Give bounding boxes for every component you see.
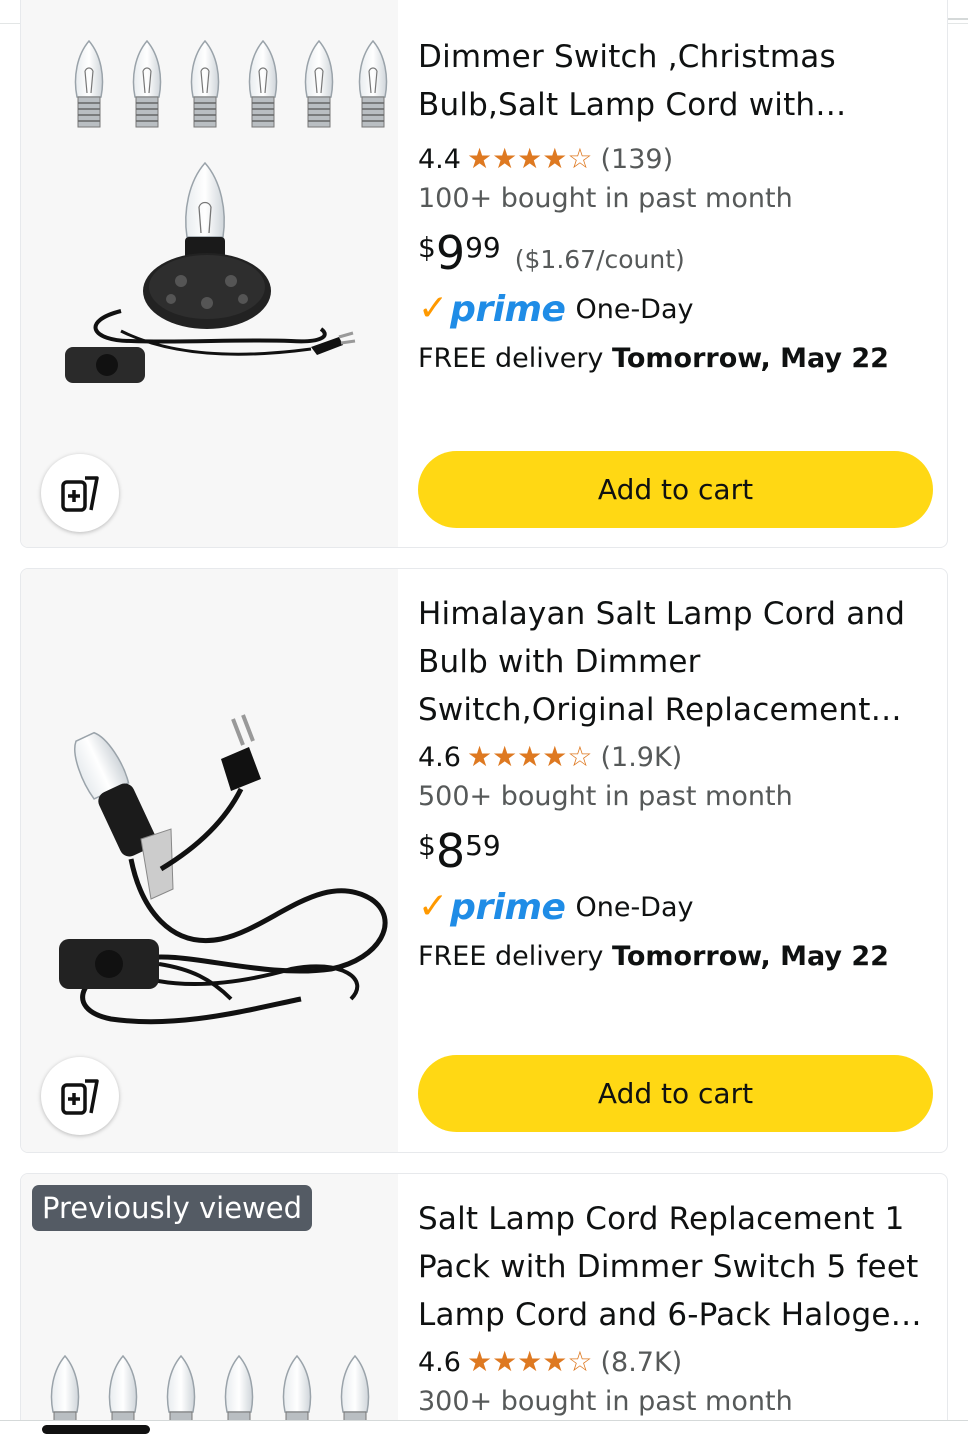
prime-speed: One-Day (575, 293, 694, 325)
star-rating: ★ ★ ★ ★ ☆ (467, 743, 593, 771)
delivery-date: Tomorrow, May 22 (612, 941, 889, 972)
rating-value: 4.6 (418, 741, 461, 773)
add-to-compare-button[interactable] (41, 454, 119, 532)
product-card[interactable]: Previously viewed Salt Lamp Cord Replace… (20, 1173, 948, 1440)
bought-count: 500+ bought in past month (418, 781, 793, 812)
star-icon: ★ (466, 740, 493, 773)
half-star-icon: ☆ (567, 1345, 593, 1378)
delivery-prefix: FREE delivery (418, 343, 612, 374)
half-star-icon: ☆ (567, 740, 593, 773)
product-image[interactable]: Previously viewed (21, 1174, 398, 1440)
previously-viewed-badge: Previously viewed (32, 1185, 313, 1231)
review-count[interactable]: (1.9K) (601, 742, 683, 773)
star-icon: ★ (517, 142, 543, 175)
price: $ 9 99 ($1.67/count) (418, 227, 931, 283)
rating-value: 4.4 (418, 143, 461, 175)
rating-row[interactable]: 4.4 ★ ★ ★ ★ ☆ (139) (418, 139, 931, 179)
star-icon: ★ (517, 1345, 543, 1378)
product-info: Himalayan Salt Lamp Cord and Bulb with D… (418, 569, 931, 981)
delivery-info: FREE delivery Tomorrow, May 22 (418, 335, 931, 383)
star-icon: ★ (542, 740, 568, 773)
product-card[interactable]: Dimmer Switch ,Christmas Bulb,Salt Lamp … (20, 0, 948, 548)
product-title[interactable]: Himalayan Salt Lamp Cord and Bulb with D… (418, 590, 931, 734)
prime-logo: prime (450, 886, 566, 928)
bought-count: 100+ bought in past month (418, 183, 793, 214)
product-card[interactable]: Himalayan Salt Lamp Cord and Bulb with D… (20, 568, 948, 1153)
star-icon: ★ (517, 740, 543, 773)
star-icon: ★ (492, 1345, 518, 1378)
add-to-cart-button[interactable]: Add to cart (418, 451, 933, 528)
review-count[interactable]: (139) (601, 144, 674, 175)
home-indicator[interactable] (42, 1425, 150, 1434)
add-to-compare-button[interactable] (41, 1057, 119, 1135)
product-info: Salt Lamp Cord Replacement 1 Pack with D… (418, 1174, 931, 1422)
add-to-compare-icon (61, 476, 99, 512)
rating-value: 4.6 (418, 1346, 461, 1378)
star-icon: ★ (492, 142, 518, 175)
rating-row[interactable]: 4.6 ★ ★ ★ ★ ☆ (1.9K) (418, 737, 931, 777)
unit-price: ($1.67/count) (514, 245, 685, 274)
bought-count: 300+ bought in past month (418, 1386, 793, 1417)
prime-check-icon: ✓ (418, 886, 449, 927)
star-icon: ★ (542, 142, 568, 175)
prime-badge: ✓ prime One-Day (418, 283, 931, 335)
star-icon: ★ (466, 142, 493, 175)
prime-speed: One-Day (575, 891, 694, 923)
star-rating: ★ ★ ★ ★ ☆ (467, 1348, 593, 1376)
product-info: Dimmer Switch ,Christmas Bulb,Salt Lamp … (418, 0, 931, 383)
product-title[interactable]: Salt Lamp Cord Replacement 1 Pack with D… (418, 1195, 931, 1339)
delivery-date: Tomorrow, May 22 (612, 343, 889, 374)
star-rating: ★ ★ ★ ★ ☆ (467, 145, 593, 173)
price-symbol: $ (418, 829, 436, 862)
star-icon: ★ (492, 740, 518, 773)
add-to-cart-button[interactable]: Add to cart (418, 1055, 933, 1132)
product-title[interactable]: Dimmer Switch ,Christmas Bulb,Salt Lamp … (418, 33, 931, 129)
rating-row[interactable]: 4.6 ★ ★ ★ ★ ☆ (8.7K) (418, 1342, 931, 1382)
half-star-icon: ☆ (567, 142, 593, 175)
add-to-compare-icon (61, 1079, 99, 1115)
delivery-info: FREE delivery Tomorrow, May 22 (418, 933, 931, 981)
price-whole: 8 (435, 824, 466, 878)
star-icon: ★ (542, 1345, 568, 1378)
price: $ 8 59 (418, 825, 931, 881)
review-count[interactable]: (8.7K) (601, 1347, 683, 1378)
price-whole: 9 (435, 226, 466, 280)
delivery-prefix: FREE delivery (418, 941, 612, 972)
price-fraction: 99 (465, 231, 501, 264)
price-symbol: $ (418, 231, 436, 264)
prime-check-icon: ✓ (418, 288, 449, 329)
prime-logo: prime (450, 288, 566, 330)
prime-badge: ✓ prime One-Day (418, 881, 931, 933)
price-fraction: 59 (465, 829, 501, 862)
star-icon: ★ (466, 1345, 493, 1378)
